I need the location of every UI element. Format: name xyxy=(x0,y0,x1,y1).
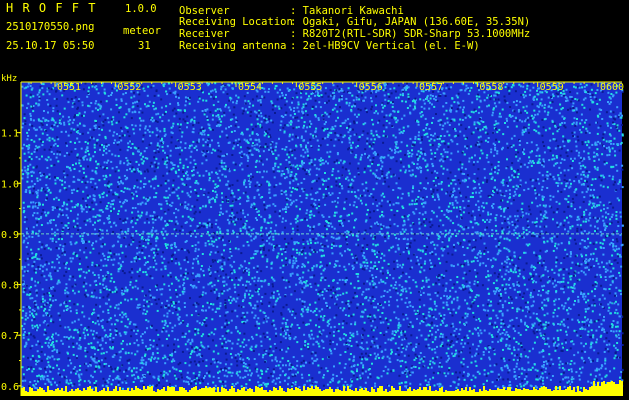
y-tick-label: 1.1 xyxy=(1,129,19,140)
x-tick-label: 0559 xyxy=(540,82,564,93)
y-tick-label: 0.7 xyxy=(1,331,19,342)
x-tick-label: 0557 xyxy=(419,82,443,93)
x-tick-label: 0600 xyxy=(600,82,624,93)
x-tick-label: 0556 xyxy=(359,82,383,93)
x-tick-label: 0553 xyxy=(178,82,202,93)
x-tick-label: 0555 xyxy=(298,82,322,93)
y-tick-label: 0.8 xyxy=(1,281,19,292)
x-tick-label: 0551 xyxy=(57,82,81,93)
y-tick-label: 1.0 xyxy=(1,179,19,190)
y-tick-label: 0.9 xyxy=(1,230,19,241)
y-axis-label: kHz xyxy=(1,74,17,84)
x-tick-label: 0554 xyxy=(238,82,262,93)
x-tick-label: 0558 xyxy=(479,82,503,93)
spectrogram-noise xyxy=(21,82,624,396)
x-tick-label: 0552 xyxy=(117,82,141,93)
y-tick-label: 0.6 xyxy=(1,382,19,393)
spectrogram-chart: kHz 1.1 1.0 0.9 0.8 0.7 0.6 0551 0552 0553 0554 055… xyxy=(1,74,624,396)
